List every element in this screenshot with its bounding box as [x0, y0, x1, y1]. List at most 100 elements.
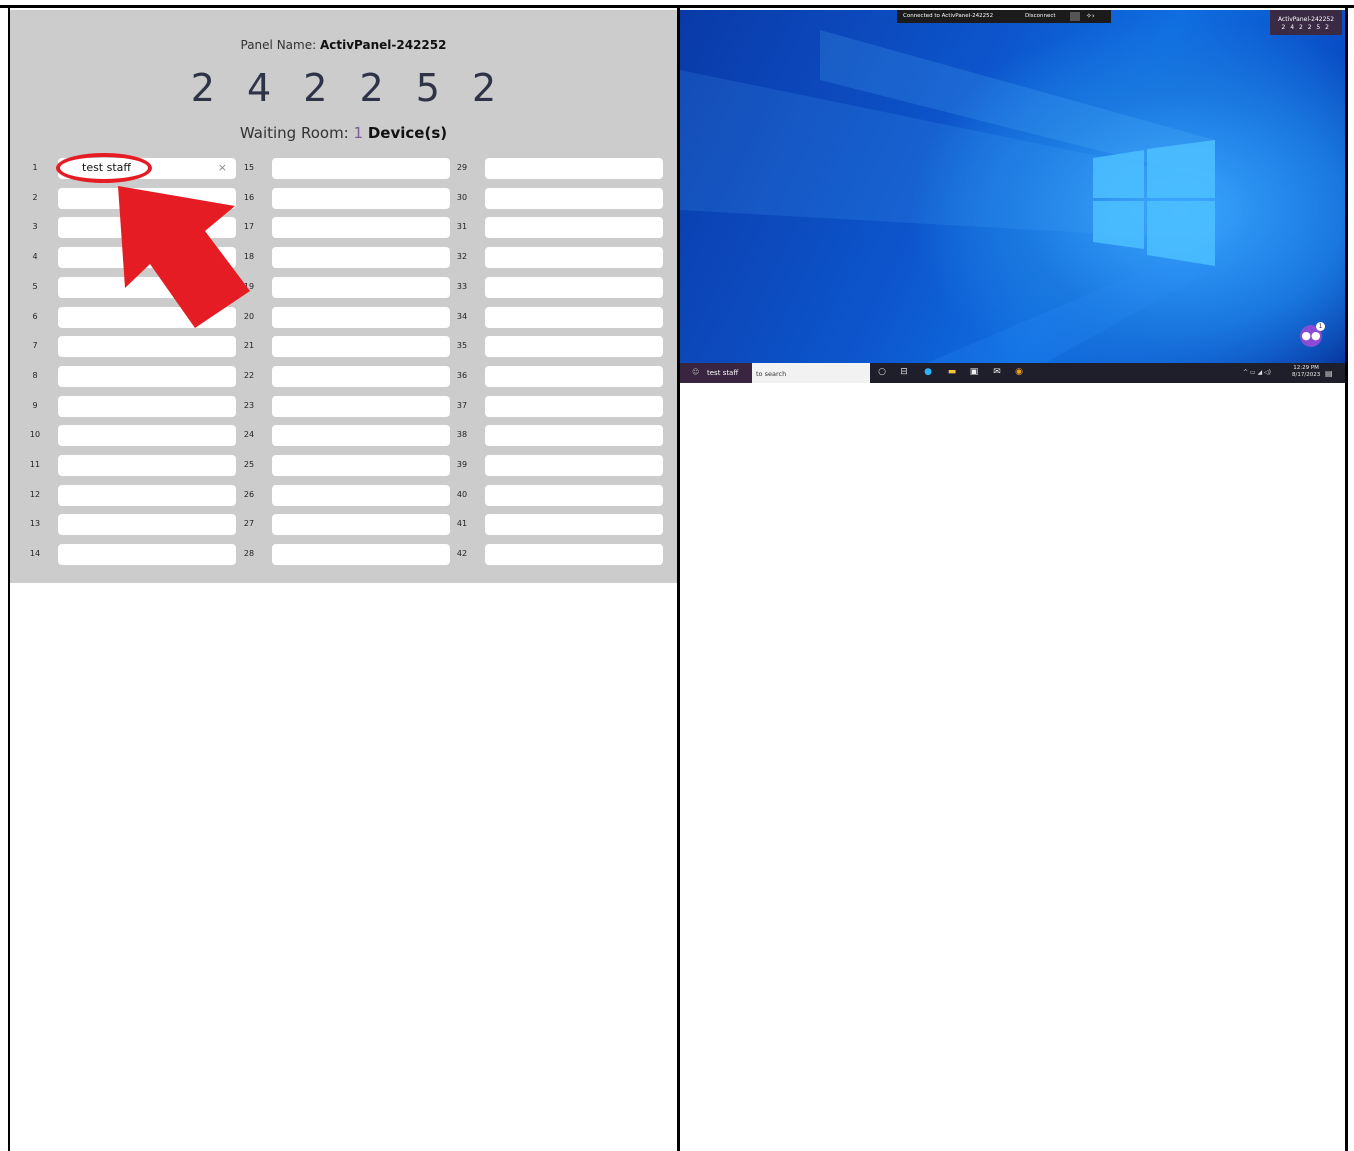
- slot-number: 15: [243, 163, 255, 172]
- disconnect-button[interactable]: Disconnect: [1025, 13, 1056, 19]
- connection-status: Connected to ActivPanel-242252: [903, 13, 994, 19]
- device-slot[interactable]: [58, 365, 236, 387]
- device-slot[interactable]: [272, 158, 450, 179]
- device-slot[interactable]: [272, 336, 450, 358]
- slot-number: 7: [32, 341, 38, 351]
- device-slot[interactable]: [272, 247, 450, 269]
- people-icon: ●●: [1301, 329, 1321, 342]
- slot-number: 31: [456, 222, 468, 232]
- slot-number: 9: [32, 400, 38, 410]
- device-slot[interactable]: [58, 544, 236, 566]
- slot-number: 13: [29, 519, 41, 529]
- device-slot[interactable]: [58, 425, 236, 447]
- slot-number: 37: [456, 400, 468, 410]
- participants-count-badge: 1: [1316, 322, 1325, 331]
- device-slot[interactable]: [272, 425, 450, 447]
- device-slot[interactable]: [485, 484, 663, 506]
- panel-name-value: ActivPanel-242252: [319, 38, 447, 52]
- badge-panel-code: 2 4 2 2 5 2: [1281, 24, 1331, 31]
- device-slot[interactable]: [272, 306, 450, 328]
- slot-number: 1: [32, 163, 38, 172]
- slot-number: 3: [32, 222, 38, 232]
- slot-number: 36: [456, 370, 468, 380]
- slot-number: 34: [456, 311, 468, 321]
- remove-device-icon[interactable]: ×: [218, 161, 227, 174]
- device-slot[interactable]: [272, 217, 450, 239]
- pin-icon[interactable]: ✧›: [1086, 12, 1095, 20]
- slot-number: 6: [32, 311, 38, 321]
- device-slot[interactable]: [58, 455, 236, 476]
- device-slot[interactable]: [272, 514, 450, 536]
- slot-number: 39: [456, 460, 468, 469]
- device-slot[interactable]: [58, 395, 236, 417]
- device-slot[interactable]: [485, 514, 663, 536]
- waiting-room-label: Waiting Room:: [239, 124, 349, 142]
- store-icon[interactable]: ▣: [969, 367, 979, 377]
- slot-number: 28: [243, 549, 255, 559]
- system-tray-icons[interactable]: ^ ▭ ◢ ◁): [1243, 369, 1271, 376]
- task-view-icon[interactable]: ⊟: [899, 367, 909, 377]
- slot-number: 29: [456, 163, 468, 172]
- mail-icon[interactable]: ✉: [992, 367, 1002, 377]
- settings-icon[interactable]: [1070, 12, 1080, 21]
- slot-number: 40: [456, 489, 468, 499]
- device-slot[interactable]: [485, 217, 663, 239]
- device-slot[interactable]: [485, 276, 663, 298]
- slot-number: 5: [32, 281, 38, 291]
- device-slot[interactable]: [485, 158, 663, 179]
- slot-number: 23: [243, 400, 255, 410]
- device-slot[interactable]: [272, 395, 450, 417]
- waiting-room-unit: Device(s): [367, 124, 448, 142]
- slot-number: 22: [243, 370, 255, 380]
- clock-time: 12:29 PM: [1293, 365, 1319, 371]
- device-slot[interactable]: [485, 247, 663, 269]
- user-icon: ☺: [692, 368, 700, 376]
- taskbar-clock[interactable]: 12:29 PM 8/17/2023: [1292, 365, 1320, 379]
- panel-badge: ActivPanel-242252 2 4 2 2 5 2: [1270, 10, 1342, 35]
- waiting-room[interactable]: Waiting Room: 1 Device(s): [10, 124, 677, 142]
- highlight-circle: [56, 153, 152, 183]
- file-explorer-icon[interactable]: ▬: [947, 367, 957, 377]
- notification-icon[interactable]: ▤: [1325, 369, 1333, 378]
- right-border: [1345, 8, 1348, 1151]
- slot-number: 35: [456, 341, 468, 351]
- device-slot[interactable]: [485, 425, 663, 447]
- device-slot[interactable]: [485, 306, 663, 328]
- slot-number: 12: [29, 489, 41, 499]
- device-slot[interactable]: [272, 187, 450, 209]
- device-slot[interactable]: [58, 514, 236, 536]
- device-slot[interactable]: [485, 395, 663, 417]
- slot-number: 8: [32, 370, 38, 380]
- device-slot[interactable]: [485, 544, 663, 566]
- taskbar-user-tab[interactable]: ☺ test staff: [680, 363, 752, 383]
- device-slot[interactable]: [58, 484, 236, 506]
- chrome-icon[interactable]: ◉: [1014, 367, 1024, 377]
- slot-number: 42: [456, 549, 468, 559]
- device-slot[interactable]: [272, 544, 450, 566]
- participants-button[interactable]: ●● 1: [1300, 322, 1325, 347]
- device-slot[interactable]: [485, 187, 663, 209]
- slot-number: 24: [243, 430, 255, 440]
- device-slot[interactable]: [485, 365, 663, 387]
- edge-icon[interactable]: ●: [923, 367, 933, 377]
- device-slot[interactable]: [485, 455, 663, 476]
- windows-wallpaper: [680, 30, 1215, 383]
- slot-number: 32: [456, 252, 468, 262]
- top-border: [0, 0, 1354, 8]
- device-slot[interactable]: [272, 455, 450, 476]
- device-slot[interactable]: [272, 365, 450, 387]
- taskbar-search-placeholder: to search: [756, 370, 787, 378]
- device-slot[interactable]: [485, 336, 663, 358]
- panel-code: 2 4 2 2 5 2: [190, 66, 497, 110]
- remote-desktop[interactable]: Connected to ActivPanel-242252 Disconnec…: [680, 10, 1345, 383]
- remote-connection-bar: Connected to ActivPanel-242252 Disconnec…: [897, 10, 1111, 23]
- device-slot[interactable]: [272, 484, 450, 506]
- waiting-room-count: 1: [353, 124, 364, 142]
- clock-date: 8/17/2023: [1292, 372, 1321, 378]
- red-arrow-annotation: [118, 186, 250, 328]
- panel-name: Panel Name: ActivPanel-242252: [10, 38, 677, 52]
- device-slot[interactable]: [272, 276, 450, 298]
- panel-name-label: Panel Name:: [240, 38, 317, 52]
- taskbar-search[interactable]: to search: [752, 363, 870, 383]
- cortana-icon[interactable]: ○: [877, 367, 887, 377]
